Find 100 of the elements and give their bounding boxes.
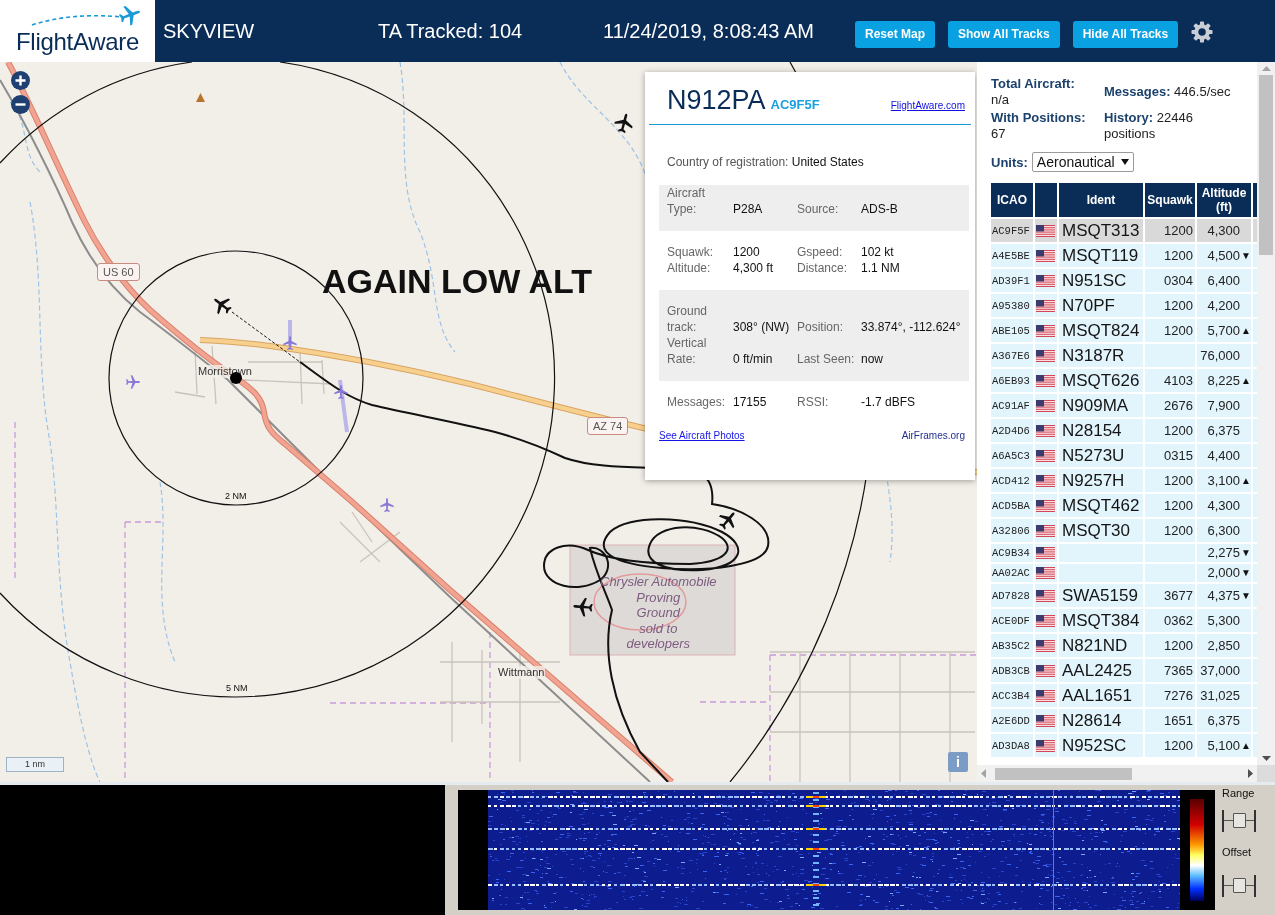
table-row[interactable]: A32806 MSQT30 1200 6,300 [991, 519, 1257, 542]
slider-thumb[interactable] [1232, 813, 1246, 828]
trend-arrow: ▲ [1240, 323, 1251, 338]
table-row[interactable]: A4E5BE MSQT119 1200 4,500▼ [991, 244, 1257, 267]
table-row[interactable]: A2E6DD N28614 1651 6,375 [991, 709, 1257, 732]
color-scale-icon [1190, 799, 1204, 901]
ring-label: 5 NM [226, 683, 248, 694]
table-cell-text: 0315 [1164, 447, 1194, 464]
table-row[interactable]: AB35C2 N821ND 1200 2,850 [991, 634, 1257, 657]
field-value: P28A [733, 201, 764, 217]
table-cell-text: SWA5159 [1061, 585, 1138, 607]
flag-icon [1036, 349, 1055, 362]
scrollbar-thumb[interactable] [1259, 75, 1273, 255]
table-cell-text: A6EB93 [991, 373, 1030, 389]
column-header[interactable]: Ident [1059, 183, 1143, 217]
table-row[interactable]: AC9F5F MSQT313 1200 4,300 [991, 219, 1257, 242]
column-header[interactable]: ICAO [991, 183, 1033, 217]
table-cell-text: AD3DA8 [991, 738, 1030, 754]
trend-arrow: ▼ [1240, 566, 1251, 580]
table-row[interactable]: ABE105 MSQT824 1200 5,700▲ [991, 319, 1257, 342]
table-cell: 4,500 [1207, 247, 1240, 264]
website-link[interactable]: FlightAware.com [890, 100, 965, 111]
table-cell-text: A32806 [991, 523, 1030, 539]
field-value: 17155 [733, 394, 768, 410]
table-row[interactable]: AD39F1 N951SC 0304 6,400 [991, 269, 1257, 292]
table-row[interactable]: ACD5BA MSQT462 1200 4,300 [991, 494, 1257, 517]
field-value: -1.7 dBFS [861, 394, 917, 410]
slider[interactable] [1222, 810, 1256, 832]
table-row[interactable]: A95380 N70PF 1200 4,200 [991, 294, 1257, 317]
table-row[interactable]: A367E6 N3187R 76,000 [991, 344, 1257, 367]
table-cell: 37,000 [1200, 662, 1240, 679]
units-select[interactable]: Aeronautical [1031, 152, 1134, 172]
table-cell: 4,375 [1207, 587, 1240, 604]
text-link[interactable]: See Aircraft Photos [659, 430, 745, 441]
slider-thumb[interactable] [1232, 878, 1246, 893]
table-cell-text: AC9B34 [991, 546, 1030, 561]
field-label: Altitude: [667, 260, 712, 276]
table-row[interactable]: AC91AF N909MA 2676 7,900 [991, 394, 1257, 417]
table-cell: 6,375 [1207, 422, 1240, 439]
flag-icon [1036, 299, 1055, 312]
scroll-right-icon[interactable] [1248, 769, 1253, 778]
table-cell-text: ACD412 [991, 473, 1030, 489]
airplane-icon[interactable] [613, 112, 635, 134]
table-cell-text: A95380 [991, 298, 1030, 314]
table-row[interactable]: ACD412 N9257H 1200 3,100▲ [991, 469, 1257, 492]
field-label: Messages: [667, 394, 727, 410]
table-cell-text: ACD5BA [991, 498, 1030, 514]
table-cell: 5,300 [1207, 612, 1240, 629]
table-cell: 2,275 [1207, 545, 1240, 561]
table-row[interactable]: ACC3B4 AAL1651 7276 31,025 [991, 684, 1257, 707]
field-value: 0 ft/min [733, 351, 774, 367]
table-cell-text: A6A5C3 [991, 448, 1030, 464]
table-row[interactable]: ACE0DF MSQT384 0362 5,300 [991, 609, 1257, 632]
table-row[interactable]: A6A5C3 N5273U 0315 4,400 [991, 444, 1257, 467]
road-shield: AZ 74 [587, 417, 629, 435]
ring-label: 2 NM [225, 491, 247, 502]
zoom-in-icon[interactable] [11, 71, 30, 90]
triangle-icon [196, 93, 205, 102]
field-label: Vertical Rate: [667, 335, 708, 367]
table-row[interactable]: ADB3CB AAL2425 7365 37,000 [991, 659, 1257, 682]
table-cell: 8,225 [1207, 372, 1240, 389]
slider[interactable] [1222, 875, 1256, 897]
flag-icon [1036, 639, 1055, 652]
aircraft-ident: N912PA [667, 84, 766, 116]
table-row[interactable]: AC9B34 2,275▼ [991, 544, 1257, 562]
table-cell-text: AD39F1 [991, 273, 1030, 289]
field-value: 4,300 ft [733, 260, 775, 276]
slider-label: Range [1222, 787, 1255, 800]
field-label: Gspeed: [797, 244, 844, 260]
airplane-icon[interactable] [572, 596, 594, 618]
caret-down-icon [1120, 159, 1129, 165]
column-header[interactable]: Altitude (ft) [1197, 183, 1251, 217]
slider-label: Offset [1222, 846, 1252, 859]
table-cell-text: ADB3CB [991, 663, 1030, 679]
table-cell: 4,300 [1207, 222, 1240, 239]
scroll-down-icon[interactable] [1261, 756, 1271, 761]
settings-icon[interactable] [1191, 21, 1214, 43]
table-row[interactable]: AA02AC 2,000▼ [991, 564, 1257, 582]
table-cell: 3,100 [1207, 472, 1240, 489]
flag-icon [1036, 324, 1055, 337]
table-row[interactable]: AD3DA8 N952SC 1200 5,100▲ [991, 734, 1257, 757]
table-cell-text: 3677 [1164, 587, 1194, 604]
field-value: 33.874°, -112.624° [861, 319, 962, 335]
table-cell-text: MSQT626 [1061, 370, 1140, 392]
table-row[interactable]: AD7828 SWA5159 3677 4,375▼ [991, 584, 1257, 607]
table-cell: 7,900 [1207, 397, 1240, 414]
column-header[interactable]: Squawk [1145, 183, 1195, 217]
table-cell-text: N5273U [1061, 445, 1125, 467]
zoom-out-icon[interactable] [11, 95, 30, 114]
table-row[interactable]: A6EB93 MSQT626 4103 8,225▲ [991, 369, 1257, 392]
text-link[interactable]: AirFrames.org [901, 430, 965, 441]
table-cell: 31,025 [1200, 687, 1240, 704]
field-label: Squawk: [667, 244, 715, 260]
airplane-icon[interactable] [333, 384, 349, 400]
scrollbar-thumb[interactable] [995, 767, 1132, 780]
flag-icon [1036, 424, 1055, 437]
stat-text: History: 22446 positions [1104, 110, 1194, 142]
table-cell-text: N821ND [1061, 635, 1128, 657]
scrollbar-corner [1257, 765, 1275, 782]
table-row[interactable]: A2D4D6 N28154 1200 6,375 [991, 419, 1257, 442]
